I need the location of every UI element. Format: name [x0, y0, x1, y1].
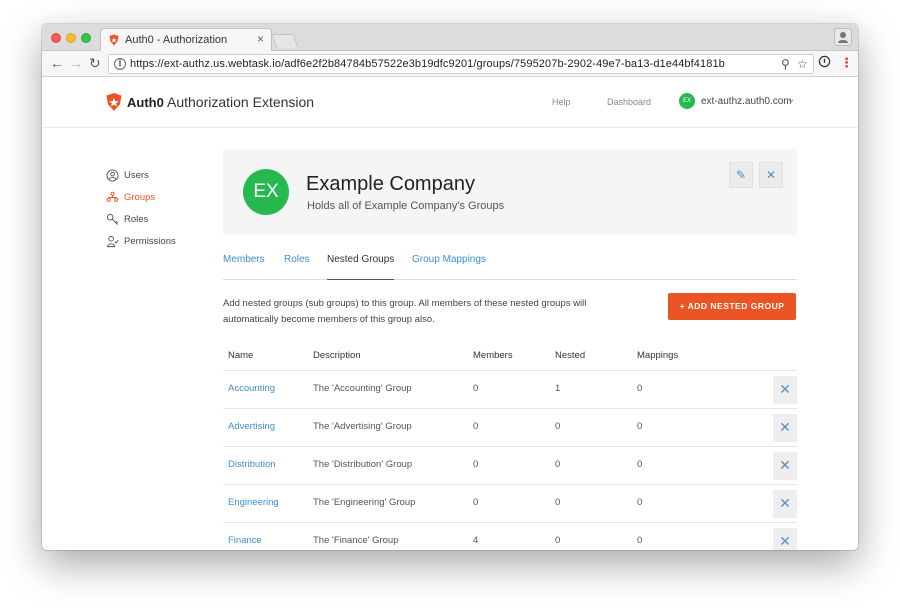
delete-group-button[interactable]: ✕	[759, 162, 783, 188]
tab-nested-groups[interactable]: Nested Groups	[327, 254, 395, 280]
group-description-cell: The 'Advertising' Group	[313, 421, 412, 432]
mappings-count: 0	[637, 459, 643, 470]
sidebar-item-label: Permissions	[124, 236, 176, 247]
column-header-nested: Nested	[555, 350, 586, 361]
group-name-link[interactable]: Advertising	[228, 421, 275, 432]
browser-profile-button[interactable]	[834, 28, 852, 46]
group-description-cell: The 'Finance' Group	[313, 535, 399, 546]
members-count: 4	[473, 535, 479, 546]
group-name-link[interactable]: Finance	[228, 535, 262, 546]
table-row: Finance The 'Finance' Group 4 0 0 ✕	[223, 522, 797, 550]
site-info-icon[interactable]: i	[114, 58, 126, 70]
browser-tab[interactable]: Auth0 - Authorization ×	[100, 28, 272, 52]
group-name-link[interactable]: Engineering	[228, 497, 279, 508]
remove-row-close-icon[interactable]: ✕	[773, 452, 797, 480]
nested-count: 0	[555, 535, 561, 546]
group-avatar: EX	[243, 169, 289, 215]
window-close-button[interactable]	[51, 33, 61, 43]
tab-group-mappings[interactable]: Group Mappings	[412, 254, 486, 280]
nested-count: 0	[555, 421, 561, 432]
tab-close-icon[interactable]: ×	[257, 32, 264, 46]
nested-groups-description: Add nested groups (sub groups) to this g…	[223, 298, 587, 325]
browser-tab-strip: Auth0 - Authorization ×	[42, 24, 858, 52]
page-title: Example Company	[306, 173, 475, 195]
dashboard-link[interactable]: Dashboard	[607, 97, 651, 107]
table-row: Accounting The 'Accounting' Group 0 1 0 …	[223, 370, 797, 408]
group-tabs: Members Roles Nested Groups Group Mappin…	[223, 252, 797, 280]
pencil-icon: ✎	[735, 168, 747, 182]
group-name-link[interactable]: Accounting	[228, 383, 275, 394]
mappings-count: 0	[637, 535, 643, 546]
remove-row-close-icon[interactable]: ✕	[773, 414, 797, 442]
bookmark-star-icon[interactable]: ☆	[797, 57, 808, 71]
browser-menu-icon[interactable]: ⋮	[840, 55, 853, 71]
table-row: Engineering The 'Engineering' Group 0 0 …	[223, 484, 797, 522]
column-header-description: Description	[313, 350, 361, 361]
url-text[interactable]: https://ext-authz.us.webtask.io/adf6e2f2…	[130, 58, 725, 70]
user-circle-icon	[106, 169, 119, 182]
auth0-logo-icon[interactable]	[105, 92, 123, 112]
group-description-cell: The 'Accounting' Group	[313, 383, 412, 394]
mappings-count: 0	[637, 497, 643, 508]
app-header: Auth0 Authorization Extension Help Dashb…	[42, 78, 858, 128]
group-description: Holds all of Example Company's Groups	[307, 200, 505, 212]
window-zoom-button[interactable]	[81, 33, 91, 43]
remove-row-close-icon[interactable]: ✕	[773, 528, 797, 550]
tab-roles[interactable]: Roles	[284, 254, 310, 280]
table-row: Advertising The 'Advertising' Group 0 0 …	[223, 408, 797, 446]
auth0-favicon-icon	[109, 34, 119, 46]
browser-window: Auth0 - Authorization × ← → ↻ i https://…	[42, 24, 858, 550]
column-header-name: Name	[228, 350, 254, 361]
column-header-mappings: Mappings	[637, 350, 679, 361]
sidebar-item-label: Users	[124, 170, 149, 181]
close-icon: ✕	[765, 168, 777, 182]
edit-group-button[interactable]: ✎	[729, 162, 753, 188]
nested-count: 0	[555, 459, 561, 470]
sidebar-item-label: Groups	[124, 192, 156, 203]
group-header-card: EX Example Company Holds all of Example …	[223, 149, 797, 235]
permissions-icon	[106, 235, 119, 248]
roles-icon	[106, 213, 119, 225]
group-description-cell: The 'Distribution' Group	[313, 459, 413, 470]
forward-arrow-icon[interactable]: →	[69, 55, 83, 71]
brand-name[interactable]: Auth0	[127, 95, 164, 110]
column-header-members: Members	[473, 350, 513, 361]
mappings-count: 0	[637, 421, 643, 432]
user-menu-name[interactable]: ext-authz.auth0.com	[701, 96, 792, 107]
browser-toolbar: ← → ↻ i https://ext-authz.us.webtask.io/…	[42, 51, 858, 77]
help-link[interactable]: Help	[552, 97, 571, 107]
back-arrow-icon[interactable]: ←	[50, 55, 64, 71]
avatar[interactable]: EX	[679, 93, 695, 109]
app-title: Authorization Extension	[167, 94, 315, 110]
members-count: 0	[473, 497, 479, 508]
nested-count: 0	[555, 497, 561, 508]
nested-count: 1	[555, 383, 561, 394]
group-name-link[interactable]: Distribution	[228, 459, 276, 470]
chevron-down-icon[interactable]: ⌄	[787, 94, 795, 105]
sidebar-item-label: Roles	[124, 214, 149, 225]
table-row: Distribution The 'Distribution' Group 0 …	[223, 446, 797, 484]
groups-icon	[106, 191, 119, 202]
group-description-cell: The 'Engineering' Group	[313, 497, 416, 508]
new-tab-button[interactable]	[271, 34, 299, 48]
page-content: Auth0 Authorization Extension Help Dashb…	[42, 78, 858, 550]
person-icon	[838, 32, 848, 43]
browser-tab-title: Auth0 - Authorization	[125, 34, 228, 46]
remove-row-close-icon[interactable]: ✕	[773, 376, 797, 404]
members-count: 0	[473, 383, 479, 394]
tab-members[interactable]: Members	[223, 254, 265, 280]
mappings-count: 0	[637, 383, 643, 394]
shield-extension-icon[interactable]	[818, 55, 831, 68]
members-count: 0	[473, 421, 479, 432]
address-bar[interactable]: i https://ext-authz.us.webtask.io/adf6e2…	[108, 54, 814, 74]
remove-row-close-icon[interactable]: ✕	[773, 490, 797, 518]
members-count: 0	[473, 459, 479, 470]
reload-icon[interactable]: ↻	[89, 55, 101, 71]
add-nested-group-button[interactable]: + ADD NESTED GROUP	[668, 293, 796, 320]
search-icon[interactable]: ⚲	[781, 57, 790, 71]
window-minimize-button[interactable]	[66, 33, 76, 43]
